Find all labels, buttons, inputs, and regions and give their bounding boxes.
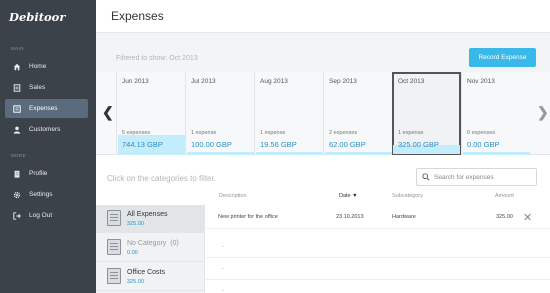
month-label: Sep 2013: [329, 78, 357, 85]
month-amount: 62.00 GBP: [329, 140, 366, 149]
month-bar: [463, 152, 530, 155]
month-label: Jun 2013: [122, 78, 149, 85]
search-icon: [422, 173, 430, 181]
month-count: 1 expense: [191, 130, 217, 136]
cell-subcategory: Hardware: [392, 214, 416, 220]
category-name: All Expenses: [127, 211, 168, 218]
category-item-no-category[interactable]: No Category (0) 0.00: [96, 234, 205, 262]
building-icon: [12, 169, 22, 179]
month-count: 1 expense: [398, 130, 424, 136]
month-bar: [256, 152, 323, 155]
table-row-empty: -: [206, 258, 550, 280]
sidebar-item-label: Sales: [29, 84, 46, 91]
month-label: Aug 2013: [260, 78, 288, 85]
filter-bar: Filtered to show: Oct 2013 Record Expens…: [96, 32, 550, 72]
column-header-subcategory[interactable]: Subcategory: [392, 193, 423, 199]
month-count: 2 expenses: [329, 130, 358, 136]
month-bar: [187, 152, 254, 155]
folder-icon: [107, 210, 121, 226]
month-amount: 100.00 GBP: [191, 140, 232, 149]
month-timeline: ❮ Jun 2013 5 expenses 744.13 GBP Jul 201…: [96, 72, 550, 155]
sidebar: Debitoor MAIN Home Sales Expenses Custom…: [0, 0, 96, 293]
home-icon: [12, 62, 22, 72]
category-total: 0.00: [127, 250, 138, 256]
sidebar-item-settings[interactable]: Settings: [5, 185, 88, 204]
table-row-empty: -: [206, 280, 550, 293]
month-amount: 325.00 GBP: [398, 140, 439, 149]
month-amount: 0.00 GBP: [467, 140, 500, 149]
empty-cell: -: [222, 288, 224, 293]
category-name: No Category (0): [127, 240, 179, 247]
table-row[interactable]: New printer for the office 23.10.2013 Ha…: [206, 207, 550, 229]
folder-icon: [107, 268, 121, 284]
column-header-amount[interactable]: Amount: [495, 193, 514, 199]
month-bar: [325, 152, 392, 155]
month-card-jun-2013[interactable]: Jun 2013 5 expenses 744.13 GBP: [116, 72, 185, 155]
month-count: 1 expense: [260, 130, 286, 136]
category-name: Office Costs: [127, 269, 165, 276]
sidebar-section-more: MORE: [11, 153, 27, 158]
cell-date: 23.10.2013: [336, 214, 364, 220]
search-placeholder: Search for expenses: [434, 173, 494, 181]
sidebar-item-label: Home: [29, 63, 47, 70]
month-amount: 744.13 GBP: [122, 140, 163, 149]
document-icon: [12, 83, 22, 93]
category-total: 325.00: [127, 279, 144, 285]
previous-month-arrow-icon[interactable]: ❮: [102, 104, 114, 121]
category-name-text: No Category: [127, 240, 167, 247]
list-icon: [12, 104, 22, 114]
category-list: All Expenses 325.00 No Category (0) 0.00…: [96, 205, 205, 293]
filter-status-text: Filtered to show: Oct 2013: [116, 55, 198, 62]
record-expense-button[interactable]: Record Expense: [469, 48, 536, 67]
sidebar-item-label: Customers: [29, 126, 61, 133]
next-month-arrow-icon[interactable]: ❯: [537, 104, 549, 121]
main-content: Expenses Filtered to show: Oct 2013 Reco…: [96, 0, 550, 293]
empty-cell: -: [222, 244, 224, 250]
month-card-aug-2013[interactable]: Aug 2013 1 expense 19.56 GBP: [254, 72, 323, 155]
column-header-date-label: Date: [339, 193, 351, 199]
month-count: 5 expenses: [122, 130, 151, 136]
sidebar-item-expenses[interactable]: Expenses: [5, 99, 88, 118]
page-title: Expenses: [111, 9, 164, 23]
month-card-sep-2013[interactable]: Sep 2013 2 expenses 62.00 GBP: [323, 72, 392, 155]
sidebar-item-label: Profile: [29, 170, 48, 177]
delete-icon[interactable]: ✕: [523, 211, 532, 224]
column-header-date[interactable]: Date ▼: [339, 193, 358, 199]
categories-hint: Click on the categories to filter.: [107, 174, 216, 183]
month-count: 0 expenses: [467, 130, 496, 136]
sidebar-item-profile[interactable]: Profile: [5, 164, 88, 183]
sort-descending-icon: ▼: [352, 193, 358, 199]
sidebar-section-main: MAIN: [11, 46, 24, 51]
sidebar-item-customers[interactable]: Customers: [5, 120, 88, 139]
category-count: (0): [170, 240, 179, 247]
column-header-description[interactable]: Description: [219, 193, 247, 199]
month-card-nov-2013[interactable]: Nov 2013 0 expenses 0.00 GBP: [461, 72, 530, 155]
sidebar-item-sales[interactable]: Sales: [5, 78, 88, 97]
sidebar-item-home[interactable]: Home: [5, 57, 88, 76]
empty-cell: -: [222, 266, 224, 272]
month-label: Jul 2013: [191, 78, 216, 85]
logout-icon: [12, 211, 22, 221]
sidebar-item-label: Expenses: [29, 105, 58, 112]
app-logo[interactable]: Debitoor: [9, 10, 65, 24]
gear-icon: [12, 190, 22, 200]
month-amount: 19.56 GBP: [260, 140, 297, 149]
category-item-all-expenses[interactable]: All Expenses 325.00: [96, 205, 205, 233]
month-label: Nov 2013: [467, 78, 495, 85]
user-icon: [12, 125, 22, 135]
sidebar-item-label: Log Out: [29, 212, 53, 219]
sidebar-item-logout[interactable]: Log Out: [5, 206, 88, 225]
sidebar-item-label: Settings: [29, 191, 53, 198]
month-card-oct-2013[interactable]: Oct 2013 1 expense 325.00 GBP: [392, 72, 461, 155]
month-label: Oct 2013: [398, 78, 425, 85]
cell-amount: 325.00: [496, 214, 513, 220]
cell-description: New printer for the office: [218, 214, 278, 220]
table-row-empty: -: [206, 236, 550, 258]
folder-icon: [107, 239, 121, 255]
category-item-office-costs[interactable]: Office Costs 325.00: [96, 263, 205, 291]
search-input[interactable]: Search for expenses: [416, 168, 537, 186]
category-total: 325.00: [127, 221, 144, 227]
month-card-jul-2013[interactable]: Jul 2013 1 expense 100.00 GBP: [185, 72, 254, 155]
